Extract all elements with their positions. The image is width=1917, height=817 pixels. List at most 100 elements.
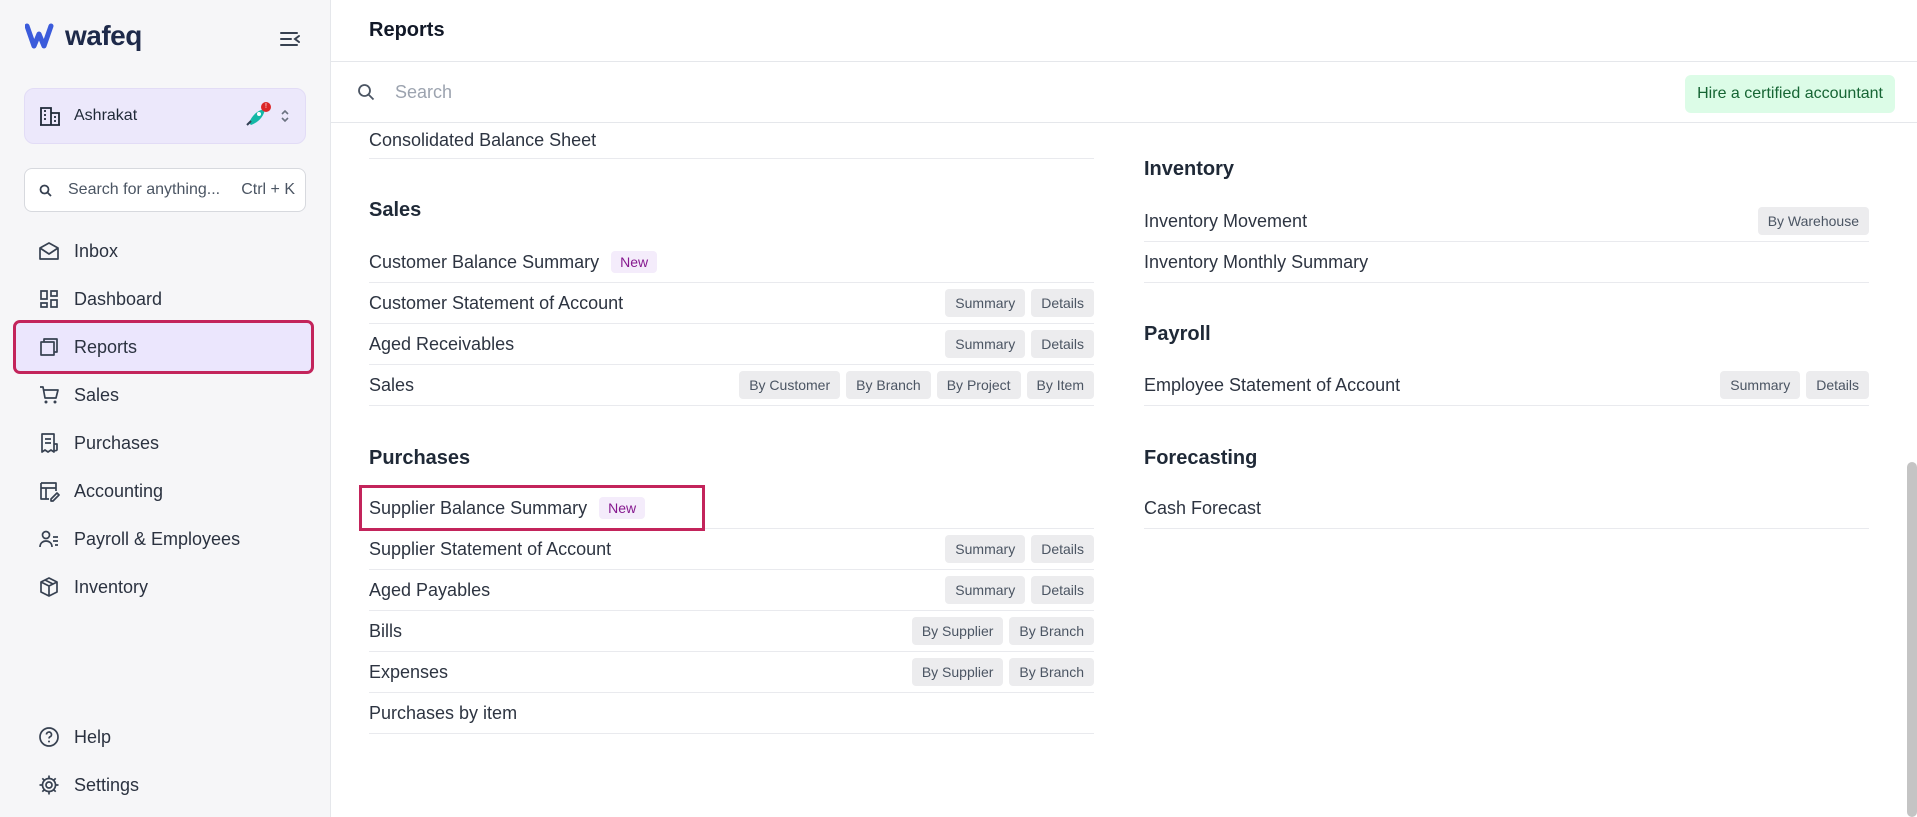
chip-summary[interactable]: Summary <box>945 576 1026 604</box>
report-row-supplier-statement[interactable]: Supplier Statement of Account Summary De… <box>369 529 1094 570</box>
chip-by-supplier[interactable]: By Supplier <box>911 658 1004 686</box>
report-row-cash-forecast[interactable]: Cash Forecast <box>1144 488 1869 529</box>
nav-item-dashboard[interactable]: Dashboard <box>16 275 311 323</box>
section-title-payroll: Payroll <box>1144 323 1211 345</box>
report-row-customer-balance-summary[interactable]: Customer Balance Summary New <box>369 242 1094 283</box>
nav-item-label: Sales <box>74 384 120 405</box>
nav-item-purchases[interactable]: Purchases <box>16 419 311 467</box>
section-title-inventory: Inventory <box>1144 158 1235 180</box>
chip-by-branch[interactable]: By Branch <box>1009 617 1094 645</box>
ledger-icon <box>40 482 60 502</box>
logo-text: wafeq <box>65 20 142 51</box>
reports-icon <box>40 338 58 356</box>
chip-details[interactable]: Details <box>1031 289 1094 317</box>
nav-item-label: Dashboard <box>74 288 163 309</box>
collapse-sidebar-icon[interactable] <box>278 28 302 50</box>
report-row-employee-statement[interactable]: Employee Statement of Account Summary De… <box>1144 365 1869 406</box>
report-row-inventory-monthly-summary[interactable]: Inventory Monthly Summary <box>1144 242 1869 283</box>
nav-item-label: Payroll & Employees <box>74 528 241 549</box>
section-title-sales: Sales <box>369 199 422 221</box>
chip-by-branch[interactable]: By Branch <box>846 371 931 399</box>
report-label: Sales <box>369 374 415 395</box>
report-row-bills[interactable]: Bills By Supplier By Branch <box>369 611 1094 652</box>
chip-details[interactable]: Details <box>1031 330 1094 358</box>
report-row-expenses[interactable]: Expenses By Supplier By Branch <box>369 652 1094 693</box>
org-name: Ashrakat <box>74 107 138 124</box>
nav-item-label: Settings <box>74 774 140 795</box>
chip-details[interactable]: Details <box>1031 576 1094 604</box>
cart-icon <box>40 386 59 404</box>
report-row-supplier-balance-summary[interactable]: Supplier Balance Summary New <box>369 488 1094 529</box>
report-label: Cash Forecast <box>1144 497 1262 518</box>
nav-item-inventory[interactable]: Inventory <box>16 563 311 611</box>
chip-details[interactable]: Details <box>1806 371 1869 399</box>
page-header: Reports <box>331 0 1917 62</box>
report-row-sales[interactable]: Sales By Customer By Branch By Project B… <box>369 365 1094 406</box>
box-icon <box>40 577 58 597</box>
nav-item-label: Reports <box>74 336 138 357</box>
chip-by-supplier[interactable]: By Supplier <box>911 617 1004 645</box>
nav-item-help[interactable]: Help <box>16 713 311 761</box>
scrollbar[interactable] <box>1907 462 1917 817</box>
report-label: Purchases by item <box>369 702 518 723</box>
report-row-consolidated-balance-sheet[interactable]: Consolidated Balance Sheet <box>369 123 1094 159</box>
nav-item-label: Help <box>74 726 112 747</box>
chevron-updown-icon <box>281 109 289 123</box>
report-row-purchases-by-item[interactable]: Purchases by item <box>369 693 1094 734</box>
report-label: Bills <box>369 620 403 641</box>
reports-search-bar[interactable]: Search Hire a certified accountant <box>331 62 1917 123</box>
main-nav: Inbox Dashboard Reports Sales Purchases … <box>13 227 314 611</box>
nav-item-payroll[interactable]: Payroll & Employees <box>16 515 311 563</box>
report-label: Aged Receivables <box>369 333 515 354</box>
new-badge: New <box>599 497 646 519</box>
building-icon <box>40 107 60 126</box>
report-row-aged-payables[interactable]: Aged Payables Summary Details <box>369 570 1094 611</box>
report-row-inventory-movement[interactable]: Inventory Movement By Warehouse <box>1144 201 1869 242</box>
section-title-purchases: Purchases <box>369 447 471 469</box>
chip-summary[interactable]: Summary <box>1720 371 1801 399</box>
report-label: Aged Payables <box>369 579 491 600</box>
dashboard-icon <box>40 290 58 308</box>
search-icon <box>358 84 375 101</box>
report-label: Customer Balance Summary <box>369 251 600 272</box>
nav-item-label: Accounting <box>74 480 164 501</box>
chip-summary[interactable]: Summary <box>945 289 1026 317</box>
people-icon <box>39 530 58 548</box>
chip-by-project[interactable]: By Project <box>936 371 1021 399</box>
report-label: Customer Statement of Account <box>369 292 624 313</box>
nav-item-reports[interactable]: Reports <box>13 320 314 374</box>
notification-badge: ! <box>261 102 271 112</box>
report-row-aged-receivables[interactable]: Aged Receivables Summary Details <box>369 324 1094 365</box>
section-title-forecasting: Forecasting <box>1144 447 1258 469</box>
global-search-input[interactable]: Search for anything... Ctrl + K <box>24 168 306 212</box>
chip-by-warehouse[interactable]: By Warehouse <box>1757 207 1869 235</box>
global-search-placeholder: Search for anything... <box>68 181 221 198</box>
logo[interactable]: wafeq <box>25 20 142 52</box>
search-icon <box>39 184 52 197</box>
nav-item-label: Inventory <box>74 576 149 597</box>
nav-item-label: Purchases <box>74 432 160 453</box>
report-row-customer-statement[interactable]: Customer Statement of Account Summary De… <box>369 283 1094 324</box>
sidebar: wafeq Ashrakat ! Search for anything... … <box>0 0 331 817</box>
gear-icon <box>39 775 59 795</box>
main-content: Reports Search Hire a certified accounta… <box>331 0 1917 817</box>
nav-item-settings[interactable]: Settings <box>16 761 311 809</box>
page-title: Reports <box>369 19 445 41</box>
rocket-icon[interactable]: ! <box>245 102 271 127</box>
chip-by-customer[interactable]: By Customer <box>739 371 841 399</box>
chip-summary[interactable]: Summary <box>945 330 1026 358</box>
org-switcher[interactable]: Ashrakat ! <box>24 88 306 144</box>
chip-summary[interactable]: Summary <box>945 535 1026 563</box>
nav-item-accounting[interactable]: Accounting <box>16 467 311 515</box>
chip-by-item[interactable]: By Item <box>1026 371 1094 399</box>
hire-accountant-button[interactable]: Hire a certified accountant <box>1685 75 1895 113</box>
report-label: Supplier Statement of Account <box>369 538 612 559</box>
nav-item-sales[interactable]: Sales <box>16 371 311 419</box>
help-icon <box>39 727 59 747</box>
report-label: Inventory Movement <box>1144 210 1308 231</box>
chip-details[interactable]: Details <box>1031 535 1094 563</box>
report-label: Inventory Monthly Summary <box>1144 251 1369 272</box>
chip-by-branch[interactable]: By Branch <box>1009 658 1094 686</box>
nav-item-inbox[interactable]: Inbox <box>16 227 311 275</box>
nav-item-label: Inbox <box>74 240 119 261</box>
